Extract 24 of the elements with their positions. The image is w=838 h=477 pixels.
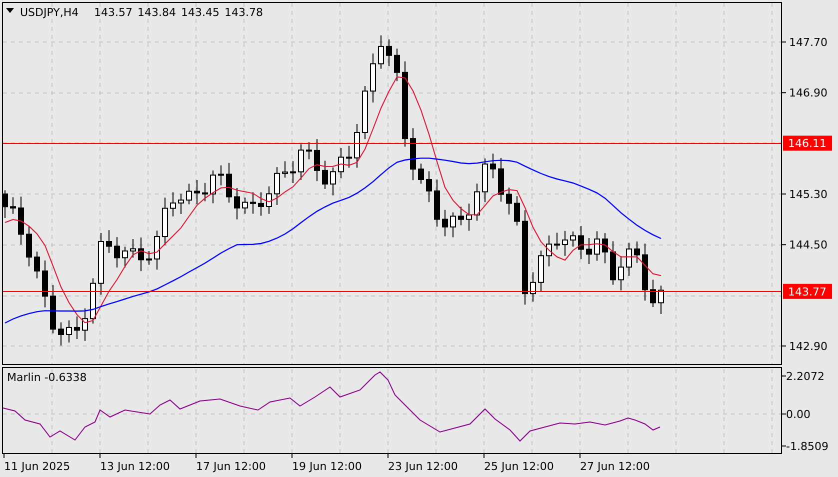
indicator-label: Marlin -0.6338: [7, 371, 87, 384]
price-axis-label: 146.90: [789, 86, 828, 100]
indicator-axis-label: 0.00: [786, 408, 810, 421]
price-value: 143.84: [138, 6, 176, 19]
price-value: 143.45: [181, 6, 220, 19]
price-tag: 146.11: [783, 136, 832, 151]
indicator-axis-label: 2.2072: [786, 370, 824, 383]
price-axis-label: 144.50: [789, 238, 828, 252]
price-value: 143.78: [224, 6, 263, 19]
dropdown-triangle-icon[interactable]: [6, 8, 14, 13]
time-axis-label: 19 Jun 12:00: [292, 460, 362, 473]
time-axis-label: 23 Jun 12:00: [388, 460, 458, 473]
symbol-label: USDJPY,H4: [20, 6, 79, 19]
price-tag: 143.77: [783, 284, 832, 299]
price-axis-label: 147.70: [789, 36, 828, 49]
indicator-axis-label: -1.8509: [786, 440, 828, 453]
time-axis-label: 17 Jun 12:00: [196, 460, 266, 473]
time-axis-label: 11 Jun 2025: [4, 460, 70, 473]
time-axis-label: 27 Jun 12:00: [580, 460, 650, 473]
price-axis-label: 142.90: [789, 340, 828, 353]
time-axis-label: 13 Jun 12:00: [100, 460, 170, 473]
price-axis-label: 145.30: [789, 188, 828, 201]
time-axis-label: 25 Jun 12:00: [484, 460, 554, 473]
price-value: 143.57: [94, 6, 132, 19]
